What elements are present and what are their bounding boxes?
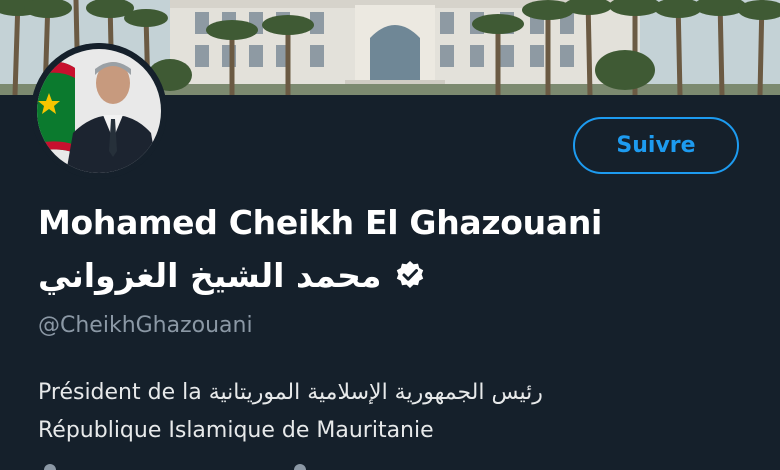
profile-avatar[interactable] xyxy=(31,43,167,179)
bio-line-2: République Islamique de Mauritanie xyxy=(38,418,434,443)
avatar-photo xyxy=(31,43,167,179)
follow-button[interactable]: Suivre xyxy=(573,117,739,174)
arabic-name-row: محمد الشيخ الغزواني xyxy=(38,252,425,298)
profile-name-arabic: محمد الشيخ الغزواني xyxy=(38,255,382,295)
verified-badge-icon xyxy=(395,260,425,290)
profile-name: Mohamed Cheikh El Ghazouani xyxy=(38,203,603,242)
profile-bio: Président de la رئيس الجمهورية الإسلامية… xyxy=(38,374,758,450)
profile-handle: @CheikhGhazouani xyxy=(38,313,253,338)
bio-line-1: Président de la رئيس الجمهورية الإسلامية… xyxy=(38,380,543,405)
profile-meta-icons xyxy=(44,464,306,470)
